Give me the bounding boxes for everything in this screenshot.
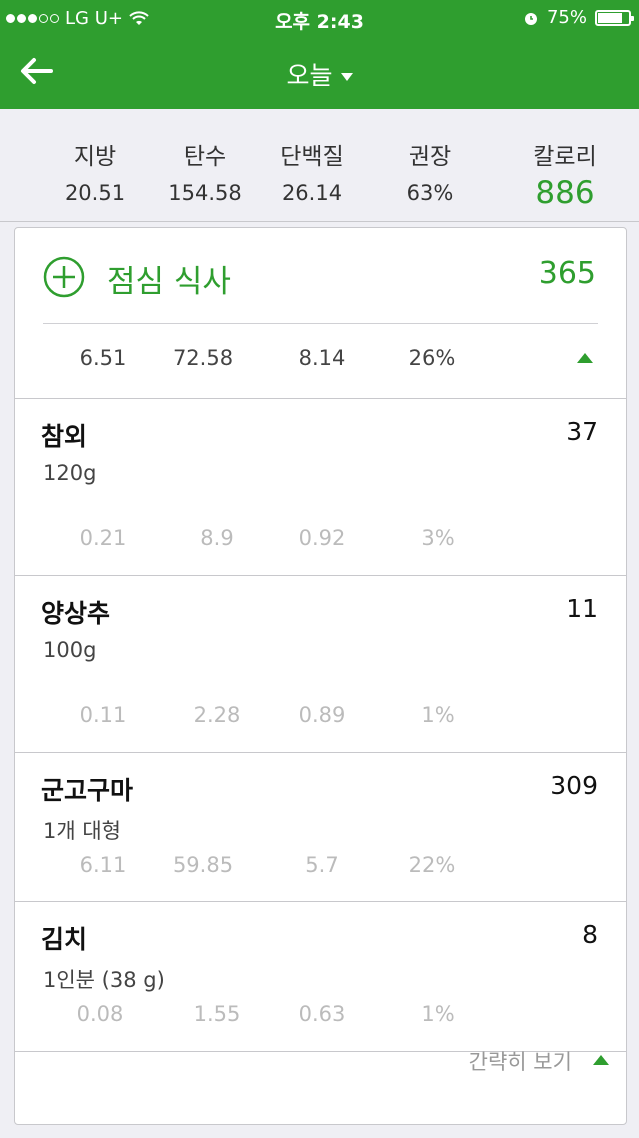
food-pct: 22% xyxy=(408,853,456,877)
food-serving: 1인분 (38 g) xyxy=(43,968,165,992)
collapse-arrow-icon[interactable] xyxy=(577,353,593,363)
nav-bar: 오늘 xyxy=(0,36,639,109)
food-item[interactable]: 군고구마 309 1개 대형 6.11 59.85 5.7 22% xyxy=(15,753,626,901)
food-fat: 0.21 xyxy=(79,526,127,550)
food-carb: 2.28 xyxy=(193,703,241,727)
toggle-summary-link[interactable]: 간략히 보기 xyxy=(469,1046,609,1076)
food-carb: 1.55 xyxy=(193,1002,241,1026)
food-item[interactable]: 양상추 11 100g 0.11 2.28 0.89 1% xyxy=(15,576,626,752)
food-calories: 37 xyxy=(566,417,598,446)
meal-protein: 8.14 xyxy=(298,346,346,370)
chevron-up-icon xyxy=(593,1055,609,1065)
add-food-icon[interactable] xyxy=(43,256,85,298)
food-name: 참외 xyxy=(41,422,88,451)
meal-name[interactable]: 점심 식사 xyxy=(107,256,231,301)
carb-label: 탄수 xyxy=(183,144,227,170)
chevron-down-icon xyxy=(340,73,353,81)
food-fat: 6.11 xyxy=(79,853,127,877)
food-pct: 1% xyxy=(421,1002,455,1026)
summary-recommended: 권장 63% xyxy=(380,137,480,205)
status-right: 75% xyxy=(523,7,634,28)
food-serving: 120g xyxy=(43,461,97,485)
calories-label: 칼로리 xyxy=(533,144,597,170)
food-serving: 100g xyxy=(43,638,97,662)
food-fat: 0.08 xyxy=(76,1002,124,1026)
date-title: 오늘 xyxy=(286,61,333,90)
food-name: 군고구마 xyxy=(41,776,134,805)
toggle-summary-label: 간략히 보기 xyxy=(468,1050,572,1074)
battery-percent: 75% xyxy=(546,7,587,28)
summary-fat: 지방 20.51 xyxy=(50,137,140,205)
food-serving: 1개 대형 xyxy=(43,819,121,843)
food-name: 김치 xyxy=(41,925,88,954)
summary-protein: 단백질 26.14 xyxy=(262,137,362,205)
food-carb: 59.85 xyxy=(172,853,234,877)
food-protein: 0.63 xyxy=(298,1002,346,1026)
fat-value: 20.51 xyxy=(64,181,126,205)
carb-value: 154.58 xyxy=(168,181,242,205)
daily-summary: 지방 20.51 탄수 154.58 단백질 26.14 권장 63% 칼로리 … xyxy=(0,109,639,222)
food-protein: 0.92 xyxy=(298,526,346,550)
protein-value: 26.14 xyxy=(281,181,343,205)
recommended-label: 권장 xyxy=(408,144,452,170)
meal-carb: 72.58 xyxy=(172,346,234,370)
protein-label: 단백질 xyxy=(280,144,344,170)
food-calories: 309 xyxy=(550,771,598,800)
meal-fat: 6.51 xyxy=(79,346,127,370)
food-item[interactable]: 참외 37 120g 0.21 8.9 0.92 3% xyxy=(15,399,626,575)
meal-card: 점심 식사 365 6.51 72.58 8.14 26% 참외 37 120g… xyxy=(14,227,627,1125)
meal-header: 점심 식사 365 xyxy=(15,228,626,324)
alarm-icon xyxy=(524,12,537,25)
battery-icon xyxy=(595,9,634,26)
food-calories: 8 xyxy=(582,920,598,949)
food-carb: 8.9 xyxy=(200,526,234,550)
food-calories: 11 xyxy=(566,594,598,623)
recommended-value: 63% xyxy=(406,181,454,205)
status-bar: LG U+ 오후 2:43 75% xyxy=(0,0,639,36)
food-item[interactable]: 김치 8 1인분 (38 g) 0.08 1.55 0.63 1% xyxy=(15,902,626,1051)
food-pct: 1% xyxy=(421,703,455,727)
food-protein: 0.89 xyxy=(298,703,346,727)
meal-calories: 365 xyxy=(538,256,596,291)
summary-calories: 칼로리 886 xyxy=(510,137,620,211)
fat-label: 지방 xyxy=(73,144,117,170)
meal-pct: 26% xyxy=(408,346,456,370)
meal-macros[interactable]: 6.51 72.58 8.14 26% xyxy=(15,324,626,398)
date-selector[interactable]: 오늘 xyxy=(0,56,639,92)
food-pct: 3% xyxy=(421,526,455,550)
food-fat: 0.11 xyxy=(79,703,127,727)
food-name: 양상추 xyxy=(41,599,111,628)
calories-value: 886 xyxy=(535,175,595,211)
food-protein: 5.7 xyxy=(305,853,339,877)
summary-carb: 탄수 154.58 xyxy=(150,137,260,205)
